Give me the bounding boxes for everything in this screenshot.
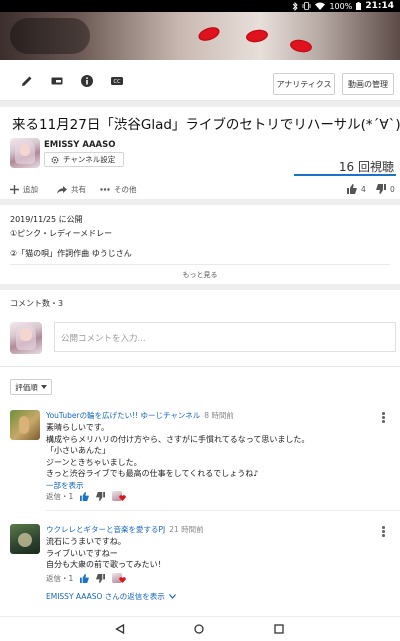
comment-menu-icon[interactable] — [382, 412, 385, 424]
comment-time: 21 時間前 — [169, 525, 204, 534]
comment-actions: 返信・1 — [46, 491, 127, 502]
sort-label: 評価順 — [15, 382, 38, 392]
thumbs-down-icon — [376, 184, 386, 194]
video-player[interactable] — [0, 12, 400, 60]
vibrate-icon — [302, 2, 311, 10]
divider — [0, 284, 400, 290]
more-button[interactable]: その他 — [100, 184, 137, 195]
status-bar: 100% 21:14 — [0, 0, 400, 12]
back-icon[interactable] — [115, 624, 125, 634]
like-button[interactable]: 4 — [347, 184, 366, 194]
share-label: 共有 — [71, 185, 86, 194]
read-more-link[interactable]: 一部を表示 — [46, 480, 84, 491]
more-label: その他 — [114, 185, 137, 194]
creator-heart-icon — [112, 491, 127, 502]
channel-settings-button[interactable]: チャンネル設定 — [44, 152, 124, 167]
chevron-down-icon — [168, 594, 176, 599]
video-frame-detail — [245, 28, 269, 44]
channel-name[interactable]: EMISSY AAASO — [44, 140, 116, 150]
reply-button[interactable]: 返信・1 — [46, 573, 73, 584]
channel-avatar[interactable] — [10, 138, 40, 168]
gear-icon — [51, 156, 59, 164]
comment-text: 流石にうまいですね。 ライブいいですねー 自分も大衆の前で歌ってみたい！ — [46, 537, 166, 569]
video-frame-detail — [196, 24, 222, 44]
action-row: 追加 共有 その他 4 0 — [0, 178, 400, 198]
bluetooth-icon — [292, 1, 299, 11]
info-icon[interactable] — [80, 74, 94, 88]
system-nav-bar — [0, 616, 400, 641]
views-underline — [294, 174, 396, 176]
add-to-playlist-button[interactable]: 追加 — [10, 184, 38, 195]
like-count: 4 — [361, 184, 366, 194]
recents-icon[interactable] — [274, 624, 284, 634]
comment-input[interactable]: 公開コメントを入力... — [54, 322, 396, 352]
home-icon[interactable] — [194, 624, 204, 634]
comment-actions: 返信・1 — [46, 573, 127, 584]
divider — [0, 101, 400, 107]
description-line: ②「猫の唄」作詞作曲 ゆうじさん — [10, 249, 132, 258]
analytics-button[interactable]: アナリティクス — [273, 73, 335, 95]
thumbs-up-icon — [347, 184, 357, 194]
comment-menu-icon[interactable] — [382, 526, 385, 538]
commenter-avatar[interactable] — [10, 524, 40, 554]
publish-date: 2019/11/25 に公開 — [10, 215, 83, 224]
view-count: 16 回視聴 — [338, 160, 394, 174]
wifi-icon — [315, 2, 326, 10]
divider — [0, 366, 400, 367]
divider — [0, 199, 400, 205]
battery-percent: 100% — [329, 1, 353, 11]
divider — [46, 510, 400, 511]
divider — [10, 264, 390, 265]
video-frame-detail — [289, 38, 313, 54]
description-line: ①ピンク・レディーメドレー — [10, 229, 113, 238]
share-button[interactable]: 共有 — [57, 184, 86, 195]
plus-icon — [10, 185, 19, 194]
creator-toolbar: CC アナリティクス 動画の管理 — [0, 60, 400, 101]
edit-icon[interactable] — [20, 74, 34, 88]
battery-icon — [356, 2, 362, 10]
reply-button[interactable]: 返信・1 — [46, 491, 73, 502]
channel-settings-label: チャンネル設定 — [63, 155, 116, 164]
thumbs-up-icon[interactable] — [80, 574, 90, 583]
user-avatar — [10, 322, 42, 354]
sort-dropdown[interactable]: 評価順 — [10, 379, 52, 395]
commenter-avatar[interactable] — [10, 410, 40, 440]
creator-heart-icon — [112, 573, 127, 584]
thumbs-down-icon[interactable] — [96, 492, 106, 501]
card-icon[interactable] — [50, 74, 64, 88]
more-dots-icon — [100, 188, 110, 191]
view-replies-link[interactable]: EMISSY AAASO さんの返信を表示 — [46, 591, 176, 602]
comment-text: 素晴らしいです。 構成やらメリハリの付け方やら、さすがに手慣れてるなって思いまし… — [46, 423, 310, 478]
add-label: 追加 — [23, 185, 38, 194]
dislike-count: 0 — [390, 184, 395, 194]
share-icon — [57, 185, 67, 194]
thumbs-up-icon[interactable] — [80, 492, 90, 501]
comment-count: コメント数・3 — [10, 299, 64, 308]
dislike-button[interactable]: 0 — [376, 184, 395, 194]
clock: 21:14 — [365, 1, 394, 11]
cc-icon[interactable]: CC — [110, 74, 124, 88]
svg-text:CC: CC — [114, 79, 121, 85]
manage-video-button[interactable]: 動画の管理 — [342, 73, 394, 95]
comment-author[interactable]: YouTuberの輪を広げたい!! ゆーじチャンネル 8 時間前 — [46, 410, 234, 421]
comment-time: 8 時間前 — [204, 411, 234, 420]
show-more-button[interactable]: もっと見る — [0, 270, 400, 280]
thumbs-down-icon[interactable] — [96, 574, 106, 583]
video-frame-detail — [10, 18, 90, 54]
comment-author[interactable]: ウクレレとギターと音楽を愛するPJ 21 時間前 — [46, 524, 204, 535]
video-title: 来る11月27日「渋谷Glad」ライブのセトリでリハーサル(*´∀`)♪ — [12, 117, 400, 133]
caret-down-icon — [40, 385, 47, 389]
